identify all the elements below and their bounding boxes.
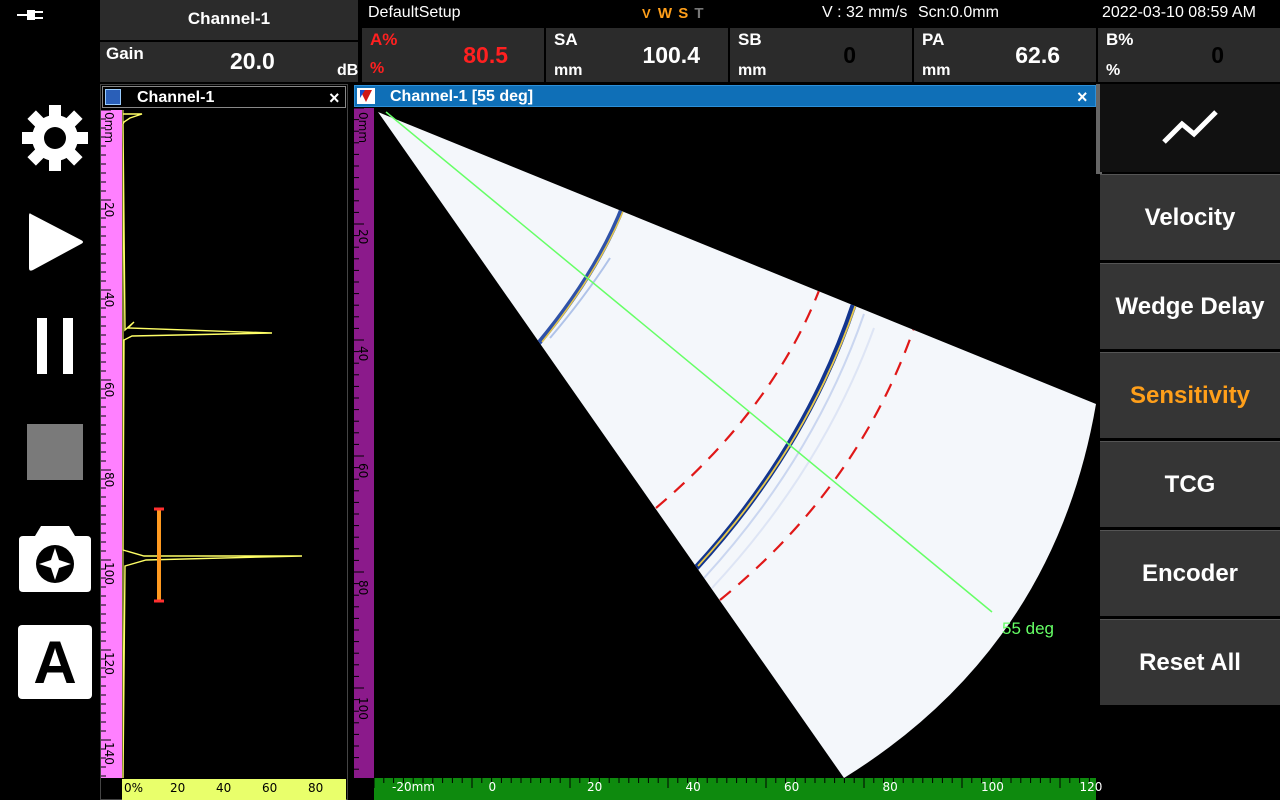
camera-icon [19,526,91,592]
sscan-depth-ticks [354,108,364,770]
readout-value: 0 [843,42,856,68]
flag-t: T [694,5,704,22]
sscan-view-icon [357,88,375,104]
scan-readout: Scn:0.0mm [918,4,999,21]
status-flags: V W S T [642,5,704,22]
sscan-index-tick-label: 0 [488,780,497,794]
ascan-view-icon [105,89,121,105]
readout-unit: % [370,60,385,77]
readout-label: A% [370,30,398,49]
sscan-index-tick-label: 20 [587,780,603,794]
readout-value: 0 [1211,42,1224,68]
flag-s: S [678,5,689,22]
chart-line-icon [1162,110,1218,144]
sscan-fan [378,112,1096,778]
flag-v: V [642,6,651,21]
play-icon [29,213,83,271]
velocity-readout: V : 32 mm/s [822,4,908,21]
snapshot-button[interactable] [15,518,95,598]
ascan-depth-tick-label: 40 [102,292,116,308]
menu-item-wedge-delay[interactable]: Wedge Delay [1100,263,1280,349]
menu-item-tcg[interactable]: TCG [1100,441,1280,527]
readout-label: SB [738,30,762,49]
readout-label: B% [1106,30,1134,49]
sscan-title-bar: Channel-1 [55 deg] × [354,85,1096,107]
ascan-depth-tick-label: 80 [102,472,116,488]
sscan-depth-tick-label: 20 [356,229,370,245]
readout-unit: mm [922,62,951,79]
menu-item-reset-all[interactable]: Reset All [1100,619,1280,705]
sscan-depth-tick-label: 80 [356,580,370,596]
setup-name: DefaultSetup [368,4,461,21]
menu-item-sensitivity[interactable]: Sensitivity [1100,352,1280,438]
ascan-depth-tick-label: 0mm [102,112,116,144]
sscan-index-tick-label: 40 [685,780,701,794]
ascan-title: Channel-1 [137,89,215,106]
ascan-title-bar: Channel-1 × [102,86,346,108]
readout-a-percent[interactable]: A% % 80.5 [362,28,544,82]
gain-control[interactable]: Gain 20.0 dB [100,42,358,82]
stop-icon [27,424,83,480]
ascan-amp-tick-label: 0% [124,781,144,795]
sscan-depth-tick-label: 60 [356,463,370,479]
gain-unit: dB [337,62,359,79]
sscan-depth-tick-label: 40 [356,346,370,362]
channel-name: Channel-1 [187,9,271,28]
readout-value: 62.6 [1015,42,1060,68]
sscan-index-tick-label: 100 [981,780,1004,794]
menu-item-encoder[interactable]: Encoder [1100,530,1280,616]
menu-header[interactable] [1100,84,1280,172]
auto-button[interactable]: A [15,622,95,702]
sscan-index-tick-label: 80 [882,780,898,794]
ascan-signal [122,113,303,778]
ascan-depth-tick-label: 120 [102,652,116,675]
sscan-depth-tick-label: 0mm [356,112,370,144]
play-button[interactable] [15,202,95,282]
ascan-amp-tick-label: 60 [262,781,278,795]
readout-b-percent[interactable]: B% % 0 [1098,28,1280,82]
readout-value: 80.5 [463,42,508,68]
channel-selector[interactable]: Channel-1 [100,0,358,40]
ascan-depth-tick-label: 20 [102,202,116,218]
sscan-close-button[interactable]: × [1077,86,1088,108]
status-bar: DefaultSetup V W S T V : 32 mm/s Scn:0.0… [360,0,1096,26]
pause-icon [37,318,73,374]
ascan-close-button[interactable]: × [329,87,340,109]
ascan-amp-tick-label: 80 [308,781,324,795]
readout-unit: % [1106,62,1121,79]
sscan-title: Channel-1 [55 deg] [390,88,534,105]
menu-item-velocity[interactable]: Velocity [1100,174,1280,260]
readout-label: SA [554,30,578,49]
settings-button[interactable] [15,98,95,178]
pause-button[interactable] [15,306,95,386]
readout-unit: mm [554,62,583,79]
sscan-index-tick-label: -20mm [392,780,435,794]
datetime: 2022-03-10 08:59 AM [1102,4,1256,21]
ascan-amp-tick-label: 20 [170,781,186,795]
flag-w: W [657,5,673,22]
ascan-depth-tick-label: 60 [102,382,116,398]
ascan-gate-cursor[interactable] [154,507,164,603]
ascan-amp-tick-label: 40 [216,781,232,795]
sscan-image [378,111,1096,778]
plug-icon [17,8,45,22]
beam-angle-label: 55 deg [1002,619,1054,638]
letter-a-icon: A [18,625,92,699]
gear-icon [22,105,88,171]
stop-button[interactable] [15,412,95,492]
readout-value: 100.4 [642,42,700,68]
ascan-plot [122,110,303,778]
left-toolbar: A [0,0,100,800]
readout-pa[interactable]: PA mm 62.6 [914,28,1096,82]
readout-sa[interactable]: SA mm 100.4 [546,28,728,82]
readout-unit: mm [738,62,767,79]
sscan-index-tick-label: 60 [784,780,800,794]
ascan-depth-tick-label: 100 [102,562,116,585]
sscan-index-tick-label: 120 [1079,780,1103,794]
ascan-depth-tick-label: 140 [102,742,116,765]
readout-label: PA [922,30,945,49]
readout-sb[interactable]: SB mm 0 [730,28,912,82]
gain-label: Gain [106,44,144,63]
sscan-depth-tick-label: 100 [356,697,370,720]
